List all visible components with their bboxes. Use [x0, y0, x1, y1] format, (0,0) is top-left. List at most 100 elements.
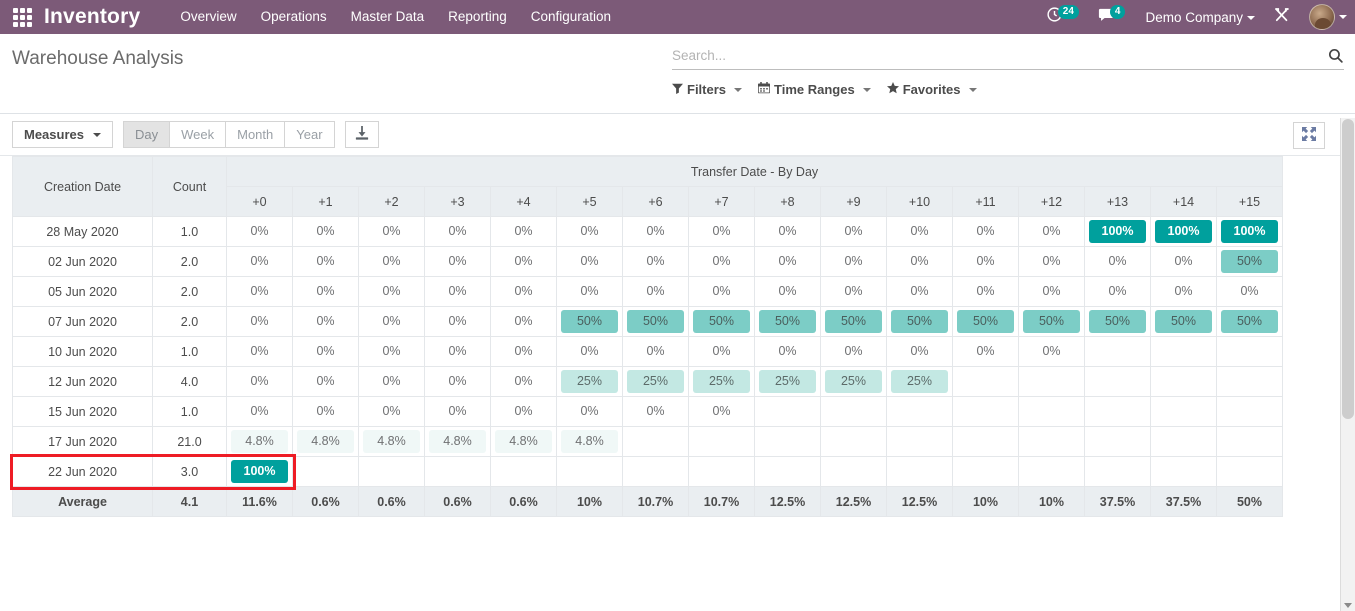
search-icon[interactable] [1327, 47, 1344, 64]
star-icon [886, 82, 899, 97]
row-header-label[interactable]: Creation Date [12, 156, 153, 217]
interval-week-button[interactable]: Week [169, 121, 226, 148]
row-label-cell[interactable]: 15 Jun 2020 [12, 396, 153, 427]
measure-cell: 0% [820, 246, 887, 277]
measure-value: 0% [382, 374, 401, 388]
row-label-cell[interactable]: 12 Jun 2020 [12, 366, 153, 397]
row-label-cell[interactable]: 17 Jun 2020 [12, 426, 153, 457]
user-menu[interactable] [1303, 4, 1347, 30]
row-label-cell[interactable]: 10 Jun 2020 [12, 336, 153, 367]
column-header-plus14[interactable]: +14 [1150, 186, 1217, 217]
column-header-plus2[interactable]: +2 [358, 186, 425, 217]
measure-value: 50% [1155, 310, 1212, 333]
filters-dropdown[interactable]: Filters [672, 82, 743, 97]
download-xlsx-button[interactable] [344, 121, 379, 148]
measure-value [825, 460, 882, 483]
measure-cell: 0% [226, 216, 293, 247]
measure-value: 0% [976, 284, 995, 298]
column-header-plus0[interactable]: +0 [226, 186, 293, 217]
column-header-plus4[interactable]: +4 [490, 186, 557, 217]
company-switcher[interactable]: Demo Company [1135, 10, 1261, 25]
column-header-plus7[interactable]: +7 [688, 186, 755, 217]
total-row: Average 4.1 11.6% 0.6% 0.6% 0.6% 0.6% 10% 10.7% 1… [12, 486, 1283, 517]
time-ranges-dropdown[interactable]: Time Ranges [758, 82, 871, 97]
pivot-table-container: Creation Date Count Transfer Date - By D… [0, 156, 1355, 517]
search-input[interactable] [672, 46, 1327, 65]
measure-cell: 25% [820, 366, 887, 397]
measure-cell [358, 456, 425, 487]
measure-cell: 25% [886, 366, 953, 397]
activities-menu[interactable]: 24 [1038, 0, 1087, 34]
row-label-cell[interactable]: 07 Jun 2020 [12, 306, 153, 337]
column-header-plus6[interactable]: +6 [622, 186, 689, 217]
menu-item-master-data[interactable]: Master Data [339, 0, 437, 34]
measure-value: 0% [580, 404, 599, 418]
measure-value: 0% [514, 224, 533, 238]
page-vertical-scrollbar[interactable] [1340, 118, 1355, 611]
interval-day-button[interactable]: Day [122, 121, 170, 148]
measure-value: 4.8% [297, 430, 354, 453]
row-label-cell[interactable]: 22 Jun 2020 [12, 456, 153, 487]
interval-year-button[interactable]: Year [284, 121, 335, 148]
total-measure-cell: 0.6% [358, 486, 425, 517]
count-cell: 2.0 [152, 306, 227, 337]
column-header-plus9[interactable]: +9 [820, 186, 887, 217]
column-header-plus13[interactable]: +13 [1084, 186, 1151, 217]
row-label-cell[interactable]: 02 Jun 2020 [12, 246, 153, 277]
measure-value [693, 460, 750, 483]
measure-value: 0% [844, 254, 863, 268]
interval-month-button[interactable]: Month [225, 121, 285, 148]
favorites-dropdown[interactable]: Favorites [886, 82, 977, 97]
apps-grid-icon[interactable] [0, 0, 44, 34]
table-row: 07 Jun 2020 2.0 0% 0% 0% 0% 0% 50% 50% 50% 50% 50% 5… [12, 306, 1283, 337]
column-header-plus10[interactable]: +10 [886, 186, 953, 217]
measure-value: 0% [712, 344, 731, 358]
column-group-header[interactable]: Transfer Date - By Day [226, 156, 1283, 187]
menu-item-configuration[interactable]: Configuration [519, 0, 623, 34]
app-brand-title[interactable]: Inventory [44, 5, 140, 29]
column-header-plus1[interactable]: +1 [292, 186, 359, 217]
column-header-plus8[interactable]: +8 [754, 186, 821, 217]
column-header-plus12[interactable]: +12 [1018, 186, 1085, 217]
menu-item-operations[interactable]: Operations [249, 0, 339, 34]
row-label-cell[interactable]: 05 Jun 2020 [12, 276, 153, 307]
count-header-label[interactable]: Count [152, 156, 227, 217]
column-header-plus3[interactable]: +3 [424, 186, 491, 217]
measure-cell: 100% [1216, 216, 1283, 247]
column-header-plus15[interactable]: +15 [1216, 186, 1283, 217]
measure-cell: 0% [1018, 246, 1085, 277]
table-row: 10 Jun 2020 1.0 0% 0% 0% 0% 0% 0% 0% 0% 0% 0% 0% 0% 0% [12, 336, 1283, 367]
time-ranges-label: Time Ranges [774, 82, 855, 97]
measure-value [759, 460, 816, 483]
column-header-plus5[interactable]: +5 [556, 186, 623, 217]
measure-cell [622, 456, 689, 487]
measure-value: 0% [646, 404, 665, 418]
messages-menu[interactable]: 4 [1089, 0, 1134, 34]
count-cell: 1.0 [152, 216, 227, 247]
column-header-plus11[interactable]: +11 [952, 186, 1019, 217]
main-menu: Overview Operations Master Data Reportin… [168, 0, 623, 34]
measure-value [1155, 340, 1212, 363]
measure-cell: 0% [886, 336, 953, 367]
scrollbar-thumb[interactable] [1342, 119, 1354, 419]
measure-value: 0% [382, 314, 401, 328]
messages-count-badge: 4 [1109, 5, 1126, 19]
measure-value: 0% [712, 404, 731, 418]
menu-item-reporting[interactable]: Reporting [436, 0, 519, 34]
avatar [1309, 4, 1335, 30]
measure-value: 0% [250, 284, 269, 298]
measure-value: 0% [514, 344, 533, 358]
expand-fullscreen-button[interactable] [1293, 122, 1325, 149]
measure-value: 0% [316, 254, 335, 268]
scroll-down-arrow-icon[interactable] [1344, 603, 1352, 608]
developer-tools-menu[interactable] [1263, 6, 1301, 29]
measures-dropdown-button[interactable]: Measures [12, 121, 113, 148]
measure-cell: 50% [1084, 306, 1151, 337]
row-label-cell[interactable]: 28 May 2020 [12, 216, 153, 247]
measure-cell [1216, 456, 1283, 487]
measure-value [1155, 400, 1212, 423]
measure-cell [820, 396, 887, 427]
measure-cell: 50% [622, 306, 689, 337]
menu-item-overview[interactable]: Overview [168, 0, 248, 34]
measure-value: 0% [712, 254, 731, 268]
